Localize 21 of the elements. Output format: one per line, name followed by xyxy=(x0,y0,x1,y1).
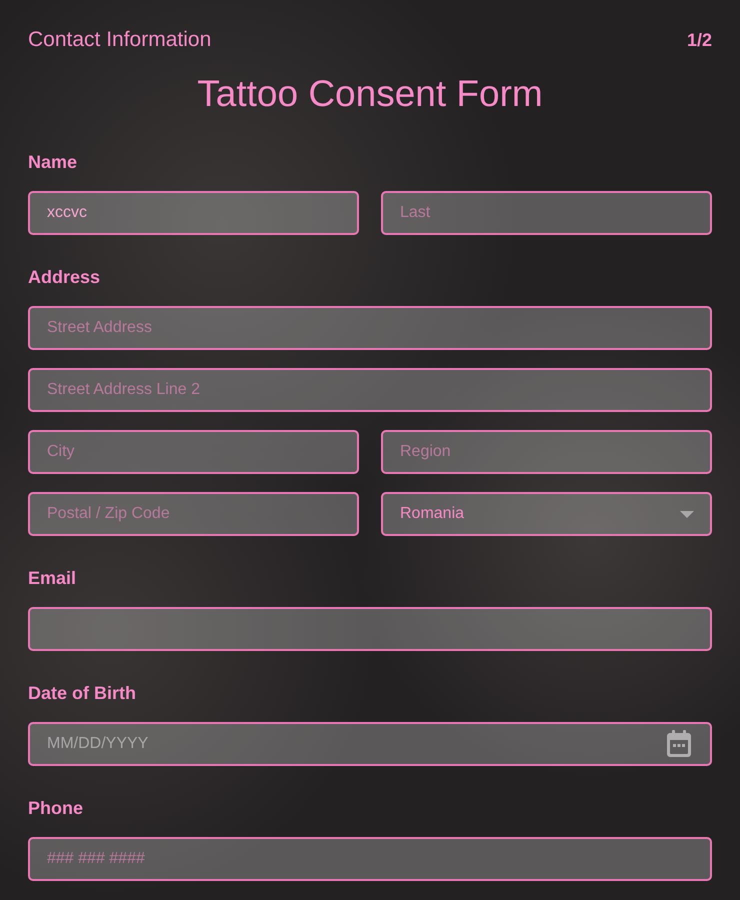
text-field[interactable]: xccvc xyxy=(28,191,359,235)
text-field[interactable]: City xyxy=(28,430,359,474)
field-label: Email xyxy=(28,567,78,590)
text-field[interactable]: Region xyxy=(381,430,712,474)
field-label: Date of Birth xyxy=(28,682,137,705)
page-indicator: 1/2 xyxy=(686,28,712,52)
text-field[interactable] xyxy=(28,607,712,651)
field-label: Phone xyxy=(28,797,84,820)
text-field[interactable]: Postal / Zip Code xyxy=(28,492,359,536)
country-dropdown[interactable]: Romania xyxy=(381,492,712,536)
calendar-icon[interactable] xyxy=(667,730,691,757)
text-field[interactable]: ### ### #### xyxy=(28,837,712,881)
caret-icon xyxy=(680,510,694,518)
field-label: Address xyxy=(28,266,102,289)
date-field[interactable]: MM/DD/YYYY xyxy=(28,722,712,766)
text-field[interactable]: Street Address Line 2 xyxy=(28,368,712,412)
text-field[interactable]: Street Address xyxy=(28,306,712,350)
field-label: Name xyxy=(28,151,78,174)
form-title: Tattoo Consent Form xyxy=(197,72,543,116)
text-field[interactable]: Last xyxy=(381,191,712,235)
section-title: Contact Information xyxy=(28,27,212,54)
